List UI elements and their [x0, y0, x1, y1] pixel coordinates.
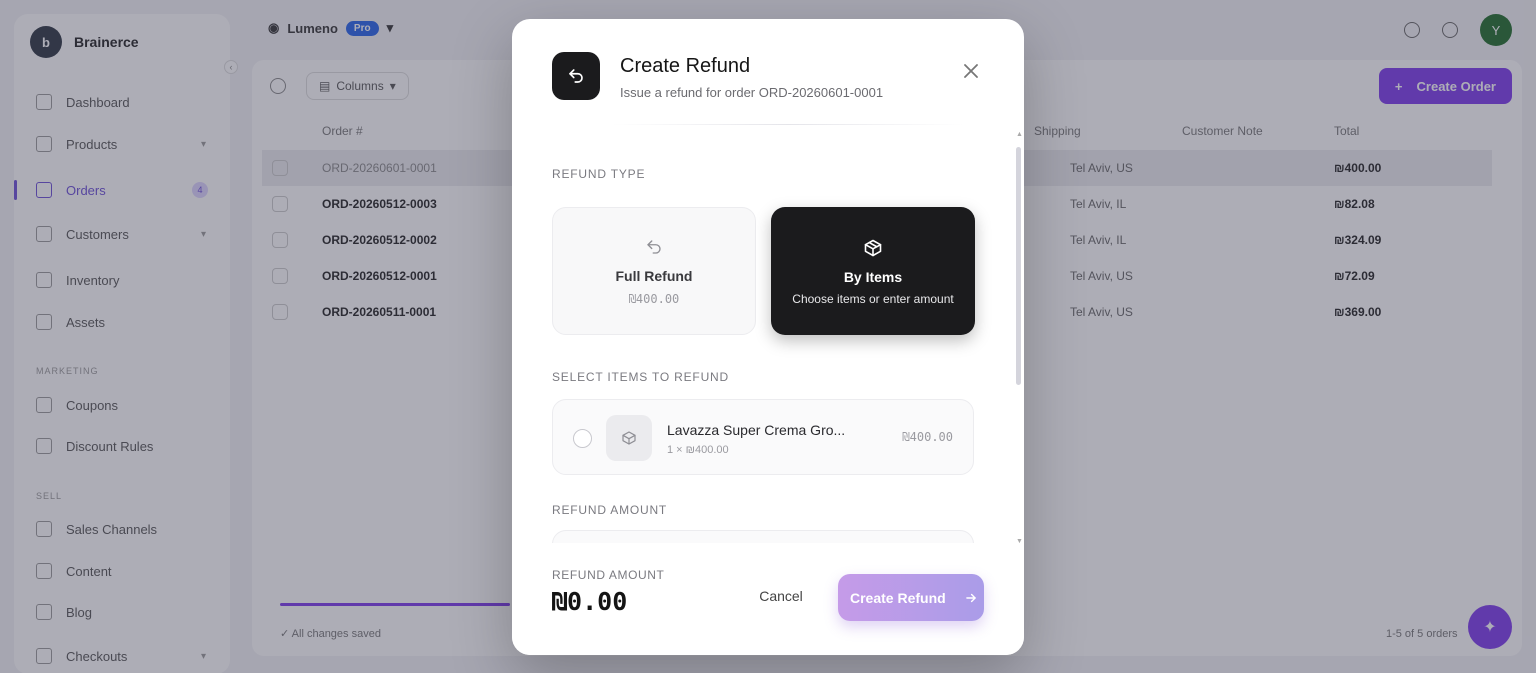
refund-type-label: Refund Type	[552, 167, 646, 181]
scroll-up-icon[interactable]: ▲	[1016, 131, 1023, 138]
refund-total: ₪0.00	[552, 587, 628, 616]
dialog-footer: Refund Amount ₪0.00 Cancel Create Refund	[512, 543, 1024, 655]
cancel-button[interactable]: Cancel	[748, 579, 814, 613]
scrollbar-thumb[interactable]	[1016, 147, 1021, 385]
close-icon	[964, 64, 978, 78]
create-refund-label: Create Refund	[850, 589, 946, 606]
by-items-title: By Items	[843, 268, 903, 285]
refund-amount-label: Refund Amount	[552, 503, 668, 517]
full-refund-title: Full Refund	[615, 268, 693, 284]
select-items-label: Select Items to Refund	[552, 370, 729, 384]
refund-amount-panel	[552, 530, 974, 543]
create-refund-button[interactable]: Create Refund	[838, 574, 984, 621]
footer-amount-label: Refund Amount	[552, 568, 665, 582]
refund-header-icon	[552, 52, 600, 100]
by-items-subtitle: Choose items or enter amount	[792, 291, 954, 306]
package-icon	[622, 431, 636, 445]
close-button[interactable]	[962, 62, 980, 80]
item-thumbnail	[606, 415, 652, 461]
create-refund-dialog: Create Refund Issue a refund for order O…	[512, 19, 1024, 655]
dialog-title: Create Refund	[620, 55, 751, 77]
item-name: Lavazza Super Crema Gro...	[667, 422, 846, 438]
full-refund-amount: ₪400.00	[628, 292, 680, 306]
undo-icon	[645, 236, 663, 258]
item-quantity-price: 1 × ₪400.00	[667, 444, 729, 456]
refund-item-row[interactable]: Lavazza Super Crema Gro... 1 × ₪400.00 ₪…	[552, 399, 974, 475]
dialog-scrollbar[interactable]: ▲ ▼	[1016, 131, 1023, 543]
dialog-body[interactable]: Refund Type Full Refund ₪400.00 By Items…	[512, 125, 1024, 543]
item-select-radio[interactable]	[573, 429, 592, 448]
dialog-subtitle: Issue a refund for order ORD-20260601-00…	[620, 85, 884, 100]
package-icon	[863, 237, 883, 259]
full-refund-option[interactable]: Full Refund ₪400.00	[552, 207, 756, 335]
arrow-right-icon	[965, 593, 976, 602]
item-total: ₪400.00	[902, 430, 953, 444]
by-items-option[interactable]: By Items Choose items or enter amount	[771, 207, 975, 335]
